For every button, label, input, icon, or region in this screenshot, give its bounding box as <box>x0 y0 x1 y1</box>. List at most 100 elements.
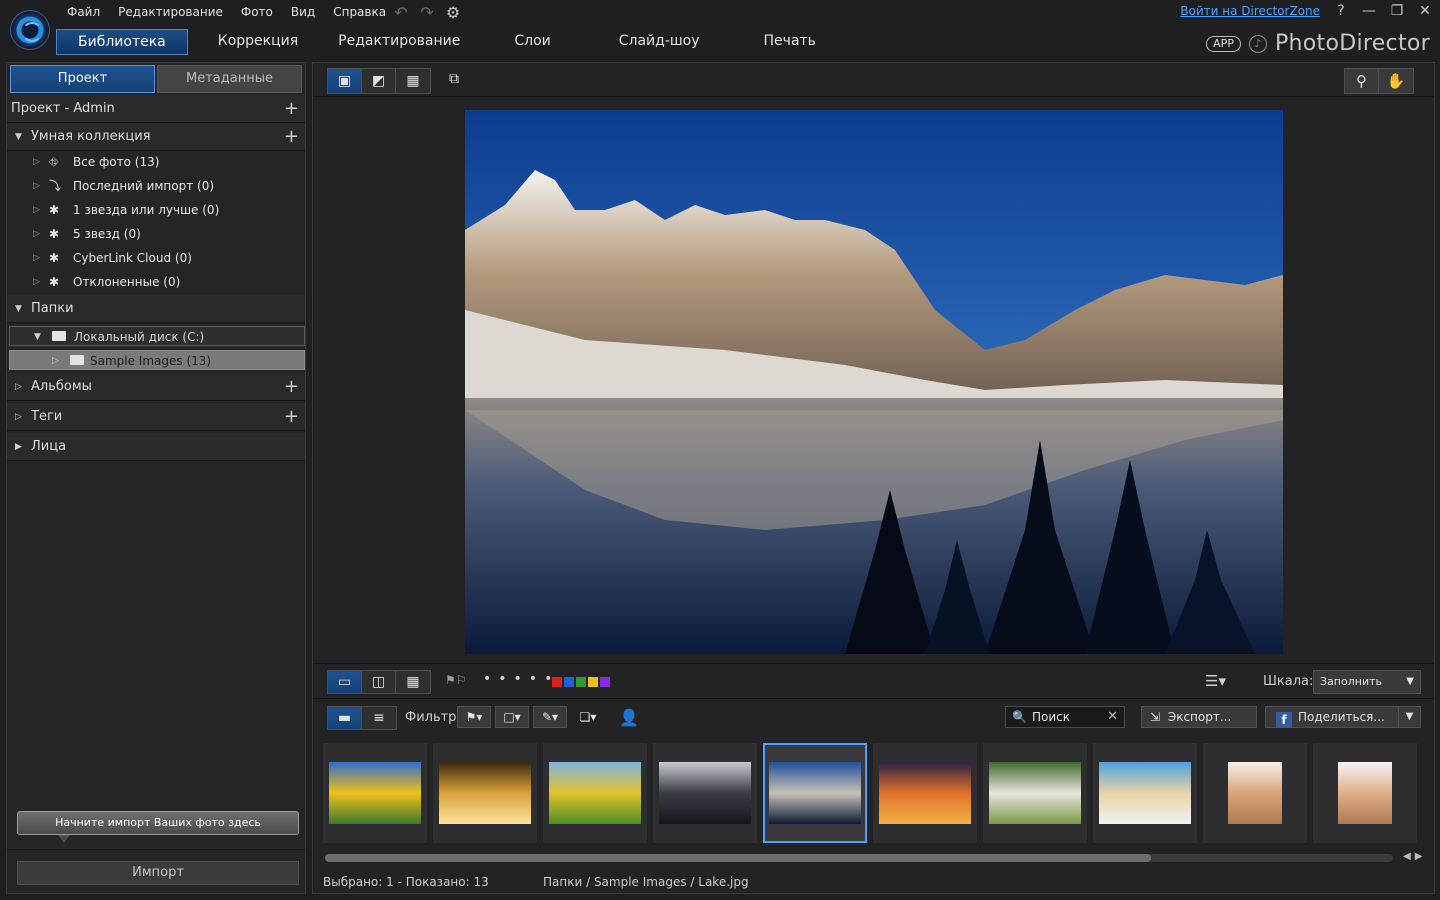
sort-icon[interactable]: ☰▾ <box>1205 672 1226 690</box>
tab-editing[interactable]: Редактирование <box>318 29 480 55</box>
tab-print[interactable]: Печать <box>734 29 846 55</box>
flag-filter-button[interactable]: ⚑▾ <box>457 706 491 728</box>
collapsed-arrow-icon[interactable]: ▷ <box>33 198 40 222</box>
thumbnail-cat[interactable] <box>983 743 1087 843</box>
collapsed-arrow-icon[interactable]: ▷ <box>15 403 22 431</box>
gear-icon[interactable]: ⚙ <box>444 3 462 22</box>
thumbnail-beach[interactable] <box>1093 743 1197 843</box>
thumbnail-spiral[interactable] <box>433 743 537 843</box>
single-layout-icon[interactable]: ▭ <box>328 671 362 693</box>
filmstrip-scrollbar[interactable] <box>325 854 1393 862</box>
collapsed-arrow-icon[interactable]: ▷ <box>33 174 40 198</box>
undo-icon[interactable]: ↶ <box>392 3 410 22</box>
thumbnail-sunset[interactable] <box>873 743 977 843</box>
share-button[interactable]: f Поделиться... ▼ <box>1265 706 1421 728</box>
collapsed-arrow-icon[interactable]: ▷ <box>15 373 22 401</box>
expand-right-icon[interactable]: ▶ <box>15 433 22 461</box>
single-view-icon[interactable]: ◩ <box>362 69 396 93</box>
folders-header[interactable]: ▼ Папки <box>7 295 305 323</box>
collection-five-stars[interactable]: ▷ ✱ 5 звезд (0) <box>7 222 305 246</box>
loupe-view-icon[interactable]: ▣ <box>328 69 362 93</box>
directorzone-login-link[interactable]: Войти на DirectorZone <box>1180 4 1320 18</box>
add-tag-icon[interactable]: + <box>284 403 299 431</box>
add-smart-collection-icon[interactable]: + <box>284 123 299 151</box>
notification-icon[interactable]: ♪ <box>1248 34 1267 53</box>
fullscreen-icon[interactable]: ⧉ <box>449 71 471 89</box>
menu-file[interactable]: Файл <box>58 3 109 21</box>
collection-rejected[interactable]: ▷ ✱ Отклоненные (0) <box>7 270 305 294</box>
add-album-icon[interactable]: + <box>284 373 299 401</box>
rating-dot-icon[interactable]: • <box>514 671 522 687</box>
share-dropdown-icon[interactable]: ▼ <box>1398 707 1420 727</box>
tab-project[interactable]: Проект <box>10 65 155 93</box>
thumbnail-lake[interactable] <box>763 743 867 843</box>
compare-layout-icon[interactable]: ◫ <box>362 671 396 693</box>
folder-local-disk[interactable]: ▼ Локальный диск (C:) <box>9 326 305 346</box>
collapsed-arrow-icon[interactable]: ▷ <box>33 222 40 246</box>
color-label-swatch[interactable] <box>564 677 574 687</box>
close-button[interactable]: ✕ <box>1418 3 1432 19</box>
expand-icon[interactable]: ▼ <box>15 123 22 151</box>
tags-header[interactable]: ▷ Теги + <box>7 403 305 431</box>
scrollbar-thumb[interactable] <box>325 854 1151 862</box>
menu-help[interactable]: Справка <box>324 3 395 21</box>
app-button[interactable]: APP <box>1206 35 1241 52</box>
collapsed-arrow-icon[interactable]: ▷ <box>52 351 59 371</box>
color-label-swatch[interactable] <box>600 677 610 687</box>
tab-adjustment[interactable]: Коррекция <box>198 29 318 55</box>
rating-dots[interactable]: • • • • • <box>483 671 552 687</box>
rating-dot-icon[interactable]: • <box>498 671 506 687</box>
color-label-swatch[interactable] <box>576 677 586 687</box>
color-label-swatch[interactable] <box>588 677 598 687</box>
scale-select[interactable]: Заполнить <box>1313 670 1421 694</box>
rating-dot-icon[interactable]: • <box>483 671 491 687</box>
menu-photo[interactable]: Фото <box>232 3 282 21</box>
tab-slideshow[interactable]: Слайд-шоу <box>585 29 734 55</box>
collapsed-arrow-icon[interactable]: ▷ <box>33 246 40 270</box>
flag-icon[interactable]: ⚑⚐ <box>445 673 467 687</box>
thumbnail-bicycle[interactable] <box>543 743 647 843</box>
collection-cyberlink-cloud[interactable]: ▷ ✱ CyberLink Cloud (0) <box>7 246 305 270</box>
expand-icon[interactable]: ▼ <box>34 327 41 347</box>
albums-header[interactable]: ▷ Альбомы + <box>7 373 305 401</box>
minimize-button[interactable]: — <box>1362 3 1376 19</box>
tab-layers[interactable]: Слои <box>480 29 584 55</box>
import-button[interactable]: Импорт <box>17 861 299 885</box>
folder-sample-images[interactable]: ▷ Sample Images (13) <box>9 350 305 370</box>
collection-all-photos[interactable]: ▷ ⛗ Все фото (13) <box>7 150 305 174</box>
thumbnail-woman[interactable] <box>1203 743 1307 843</box>
smart-collection-header[interactable]: ▼ Умная коллекция + <box>7 123 305 151</box>
collapsed-arrow-icon[interactable]: ▷ <box>33 270 40 294</box>
tab-metadata[interactable]: Метаданные <box>157 65 302 93</box>
add-project-icon[interactable]: + <box>284 95 299 123</box>
redo-icon[interactable]: ↷ <box>418 3 436 22</box>
thumbnail-boat[interactable] <box>653 743 757 843</box>
label-filter-button[interactable]: ✎▾ <box>533 706 567 728</box>
collection-last-import[interactable]: ▷ ⤵ Последний импорт (0) <box>7 174 305 198</box>
expand-icon[interactable]: ▼ <box>15 295 22 323</box>
collection-one-star[interactable]: ▷ ✱ 1 звезда или лучше (0) <box>7 198 305 222</box>
thumbnail-girl[interactable] <box>1313 743 1417 843</box>
menu-view[interactable]: Вид <box>282 3 324 21</box>
list-view-icon[interactable]: ≡ <box>362 707 396 729</box>
add-person-icon[interactable]: 👤 <box>619 708 639 727</box>
thumbnail-sunflower[interactable] <box>323 743 427 843</box>
clear-search-icon[interactable]: ✕ <box>1107 707 1118 727</box>
export-button[interactable]: ⇲ Экспорт... <box>1141 706 1257 728</box>
rating-dot-icon[interactable]: • <box>529 671 537 687</box>
stack-filter-button[interactable]: ❏▾ <box>571 706 605 728</box>
filmstrip-view-icon[interactable]: ▬ <box>328 707 362 729</box>
help-button[interactable]: ? <box>1334 3 1348 19</box>
scroll-arrows[interactable]: ◀▶ <box>1403 851 1426 862</box>
hand-icon[interactable]: ✋ <box>1379 69 1413 93</box>
zoom-icon[interactable]: ⚲ <box>1345 69 1379 93</box>
tab-library[interactable]: Библиотека <box>56 29 188 55</box>
restore-button[interactable]: ❐ <box>1390 3 1404 19</box>
search-input[interactable]: 🔍 Поиск ✕ <box>1005 706 1125 728</box>
collapsed-arrow-icon[interactable]: ▷ <box>33 150 40 174</box>
menu-edit[interactable]: Редактирование <box>109 3 232 21</box>
rating-filter-button[interactable]: □▾ <box>495 706 529 728</box>
multi-layout-icon[interactable]: ▦ <box>396 671 430 693</box>
grid-view-icon[interactable]: ▦ <box>396 69 430 93</box>
faces-header[interactable]: ▶ Лица <box>7 433 305 461</box>
